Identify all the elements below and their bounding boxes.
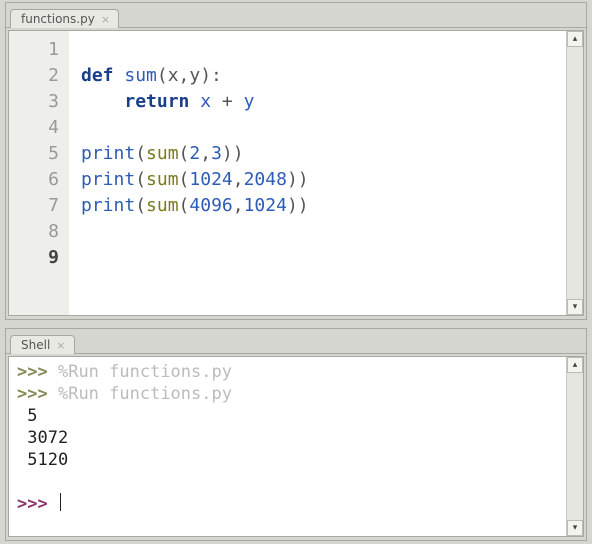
scroll-up-icon[interactable]: ▴ <box>567 31 583 47</box>
line-number: 3 <box>9 89 69 115</box>
caret-icon <box>60 493 61 511</box>
tab-label: functions.py <box>21 13 95 25</box>
shell-prompt: >>> <box>17 494 48 514</box>
close-icon[interactable]: × <box>101 14 110 25</box>
editor-body: 1 2 3 4 5 6 7 8 9 def sum(x,y): return x… <box>8 30 584 316</box>
shell-output-line: 3072 <box>27 428 68 448</box>
shell-tabbar: Shell × <box>6 329 586 354</box>
shell-panel: Shell × >>> %Run functions.py >>> %Run f… <box>5 328 587 541</box>
tab-label: Shell <box>21 339 50 351</box>
line-number: 7 <box>9 193 69 219</box>
scroll-down-icon[interactable]: ▾ <box>567 520 583 536</box>
code-textarea[interactable]: def sum(x,y): return x + y print(sum(2,3… <box>69 31 567 315</box>
shell-textarea[interactable]: >>> %Run functions.py >>> %Run functions… <box>9 357 567 536</box>
scroll-down-icon[interactable]: ▾ <box>567 299 583 315</box>
shell-scrollbar[interactable]: ▴ ▾ <box>566 357 583 536</box>
close-icon[interactable]: × <box>56 340 65 351</box>
line-number: 4 <box>9 115 69 141</box>
tab-functions[interactable]: functions.py × <box>10 9 119 28</box>
line-number: 2 <box>9 63 69 89</box>
line-number: 8 <box>9 219 69 245</box>
tab-shell[interactable]: Shell × <box>10 335 75 354</box>
line-number: 5 <box>9 141 69 167</box>
line-number: 1 <box>9 37 69 63</box>
editor-panel: functions.py × 1 2 3 4 5 6 7 8 9 def sum… <box>5 2 587 320</box>
line-gutter: 1 2 3 4 5 6 7 8 9 <box>9 31 69 315</box>
editor-tabbar: functions.py × <box>6 3 586 28</box>
scroll-up-icon[interactable]: ▴ <box>567 357 583 373</box>
shell-output-line: 5120 <box>27 450 68 470</box>
line-number-current: 9 <box>9 245 69 271</box>
shell-output-line: 5 <box>27 406 37 426</box>
line-number: 6 <box>9 167 69 193</box>
editor-scrollbar[interactable]: ▴ ▾ <box>566 31 583 315</box>
shell-body-wrap: >>> %Run functions.py >>> %Run functions… <box>8 356 584 537</box>
